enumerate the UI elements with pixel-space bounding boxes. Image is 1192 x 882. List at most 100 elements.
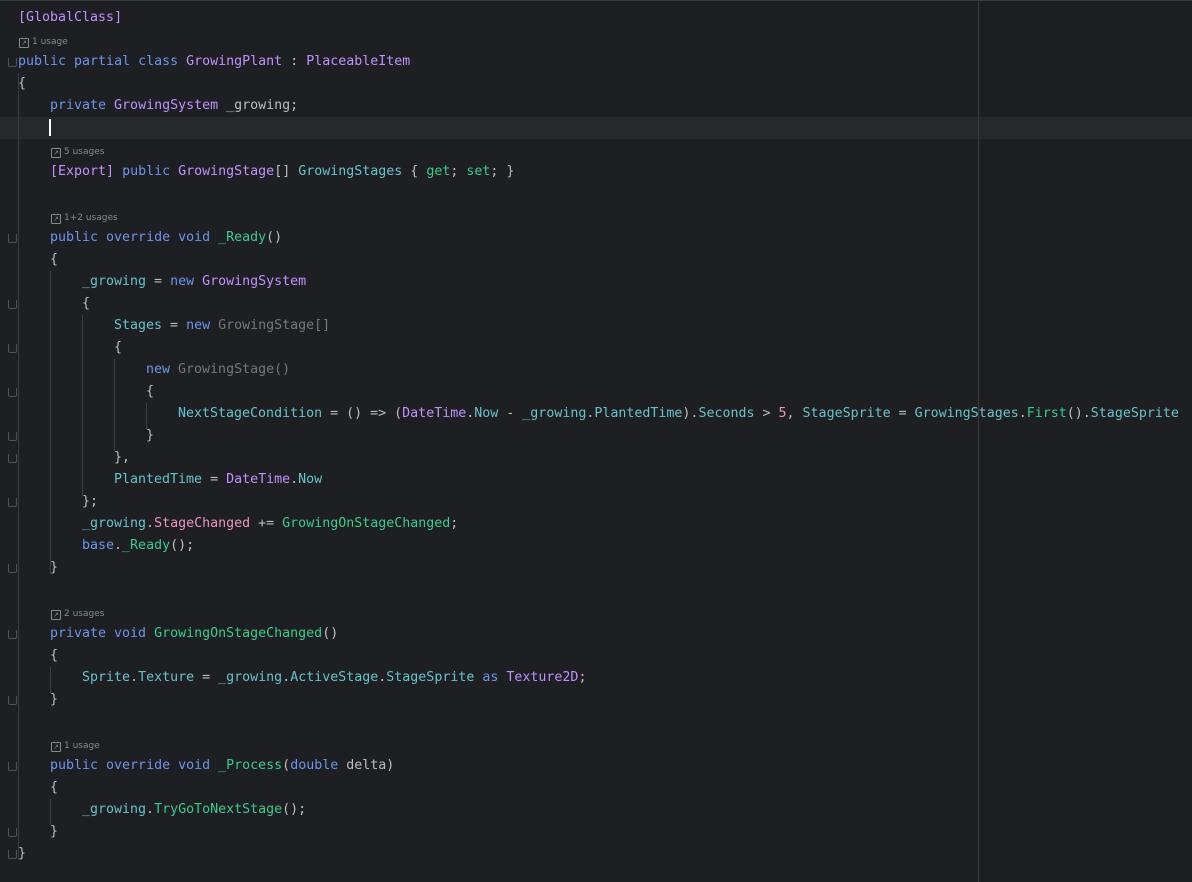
code-token: .: [130, 670, 139, 685]
code-line[interactable]: _growing = new GrowingSystem: [82, 271, 306, 293]
code-line[interactable]: public partial class GrowingPlant : Plac…: [18, 51, 410, 73]
fold-marker[interactable]: [8, 344, 17, 353]
code-token: new: [146, 362, 179, 377]
code-token: }: [50, 692, 59, 707]
code-token: Texture2D: [506, 670, 579, 685]
fold-marker[interactable]: [8, 564, 17, 573]
usages-hint-label: 1 usage: [32, 37, 68, 47]
code-token: ;: [450, 516, 459, 531]
code-token: +=: [250, 516, 283, 531]
fold-marker[interactable]: [8, 300, 17, 309]
code-token: .: [1018, 406, 1027, 421]
code-line[interactable]: }: [50, 689, 58, 711]
fold-marker[interactable]: [8, 432, 17, 441]
code-token: _growing: [82, 274, 147, 289]
fold-marker[interactable]: [8, 762, 17, 771]
fold-marker[interactable]: [8, 58, 17, 67]
code-token: }: [50, 824, 59, 839]
code-line[interactable]: {: [114, 337, 122, 359]
text-caret: [49, 119, 51, 136]
code-token: >: [754, 406, 779, 421]
fold-marker[interactable]: [8, 454, 17, 463]
code-token: ();: [282, 802, 307, 817]
code-token: .: [146, 516, 155, 531]
code-line[interactable]: {: [50, 645, 58, 667]
code-token: }: [50, 560, 59, 575]
code-token: _Ready: [122, 538, 171, 553]
code-line[interactable]: PlantedTime = DateTime.Now: [114, 469, 322, 491]
code-token: _Process: [218, 758, 283, 773]
code-token: GrowingStage(): [178, 362, 291, 377]
code-line[interactable]: [Export] public GrowingStage[] GrowingSt…: [50, 161, 514, 183]
code-line[interactable]: }: [50, 557, 58, 579]
code-token: public: [122, 164, 179, 179]
code-token: Texture: [138, 670, 195, 685]
code-token: Sprite: [82, 670, 131, 685]
usages-hint-stage-changed[interactable]: ↗ 2 usages: [51, 607, 104, 621]
code-token: get: [426, 164, 451, 179]
code-token: DateTime: [402, 406, 467, 421]
code-line[interactable]: }: [146, 425, 154, 447]
code-token: GrowingStages: [298, 164, 403, 179]
code-token: set: [466, 164, 491, 179]
code-token: double: [290, 758, 347, 773]
code-token: PlaceableItem: [306, 54, 411, 69]
code-token: Now: [474, 406, 499, 421]
code-line[interactable]: new GrowingStage(): [146, 359, 290, 381]
code-token: .: [114, 538, 123, 553]
fold-marker[interactable]: [8, 234, 17, 243]
code-line[interactable]: private void GrowingOnStageChanged(): [50, 623, 338, 645]
code-token: ActiveStage: [290, 670, 379, 685]
code-token: -: [498, 406, 523, 421]
code-token: ; }: [490, 164, 515, 179]
code-line[interactable]: {: [50, 249, 58, 271]
code-token: []: [274, 164, 299, 179]
code-token: [Export]: [50, 164, 123, 179]
code-line[interactable]: base._Ready();: [82, 535, 194, 557]
fold-marker[interactable]: [8, 630, 17, 639]
fold-marker[interactable]: [8, 498, 17, 507]
code-line[interactable]: Sprite.Texture = _growing.ActiveStage.St…: [82, 667, 586, 689]
code-token: _growing: [82, 516, 147, 531]
code-line[interactable]: },: [114, 447, 130, 469]
code-token: GrowingStage: [178, 164, 275, 179]
usages-hint-label: 2 usages: [64, 609, 105, 619]
code-token: StageSprite: [386, 670, 475, 685]
code-token: =: [890, 406, 915, 421]
code-line[interactable]: {: [18, 73, 26, 95]
usages-hint-growing-stages[interactable]: ↗ 5 usages: [51, 145, 104, 159]
code-line[interactable]: }: [50, 821, 58, 843]
code-line[interactable]: };: [82, 491, 98, 513]
code-token: [GlobalClass]: [18, 10, 123, 25]
usages-icon: ↗: [51, 742, 61, 752]
code-line[interactable]: {: [82, 293, 90, 315]
code-line[interactable]: public override void _Process(double del…: [50, 755, 394, 777]
fold-marker[interactable]: [8, 850, 17, 859]
code-token: .: [146, 802, 155, 817]
code-line[interactable]: [GlobalClass]: [18, 7, 122, 29]
code-line[interactable]: {: [146, 381, 154, 403]
code-editor[interactable]: ↗ 1 usage ↗ 5 usages ↗ 1+2 usages ↗ 2 usages…: [0, 0, 1192, 882]
usages-hint-label: 1 usage: [64, 741, 100, 751]
usages-hint-class[interactable]: ↗ 1 usage: [19, 35, 68, 49]
code-line[interactable]: }: [18, 843, 26, 865]
code-token: _growing: [522, 406, 587, 421]
code-token: GrowingSystem: [114, 98, 219, 113]
fold-marker[interactable]: [8, 388, 17, 397]
code-line[interactable]: Stages = new GrowingStage[]: [114, 315, 330, 337]
code-token: StageChanged: [154, 516, 251, 531]
code-line[interactable]: _growing.StageChanged += GrowingOnStageC…: [82, 513, 458, 535]
code-token: Now: [298, 472, 323, 487]
code-line[interactable]: public override void _Ready(): [50, 227, 282, 249]
fold-marker[interactable]: [8, 696, 17, 705]
fold-marker[interactable]: [8, 828, 17, 837]
code-line[interactable]: private GrowingSystem _growing;: [50, 95, 298, 117]
usages-hint-label: 5 usages: [64, 147, 105, 157]
usages-hint-ready[interactable]: ↗ 1+2 usages: [51, 211, 118, 225]
usages-hint-process[interactable]: ↗ 1 usage: [51, 739, 100, 753]
code-line[interactable]: _growing.TryGoToNextStage();: [82, 799, 306, 821]
code-line[interactable]: {: [50, 777, 58, 799]
code-token: (: [282, 758, 291, 773]
code-token: GrowingOnStageChanged: [282, 516, 451, 531]
code-line[interactable]: NextStageCondition = () => (DateTime. Now…: [178, 403, 1179, 425]
